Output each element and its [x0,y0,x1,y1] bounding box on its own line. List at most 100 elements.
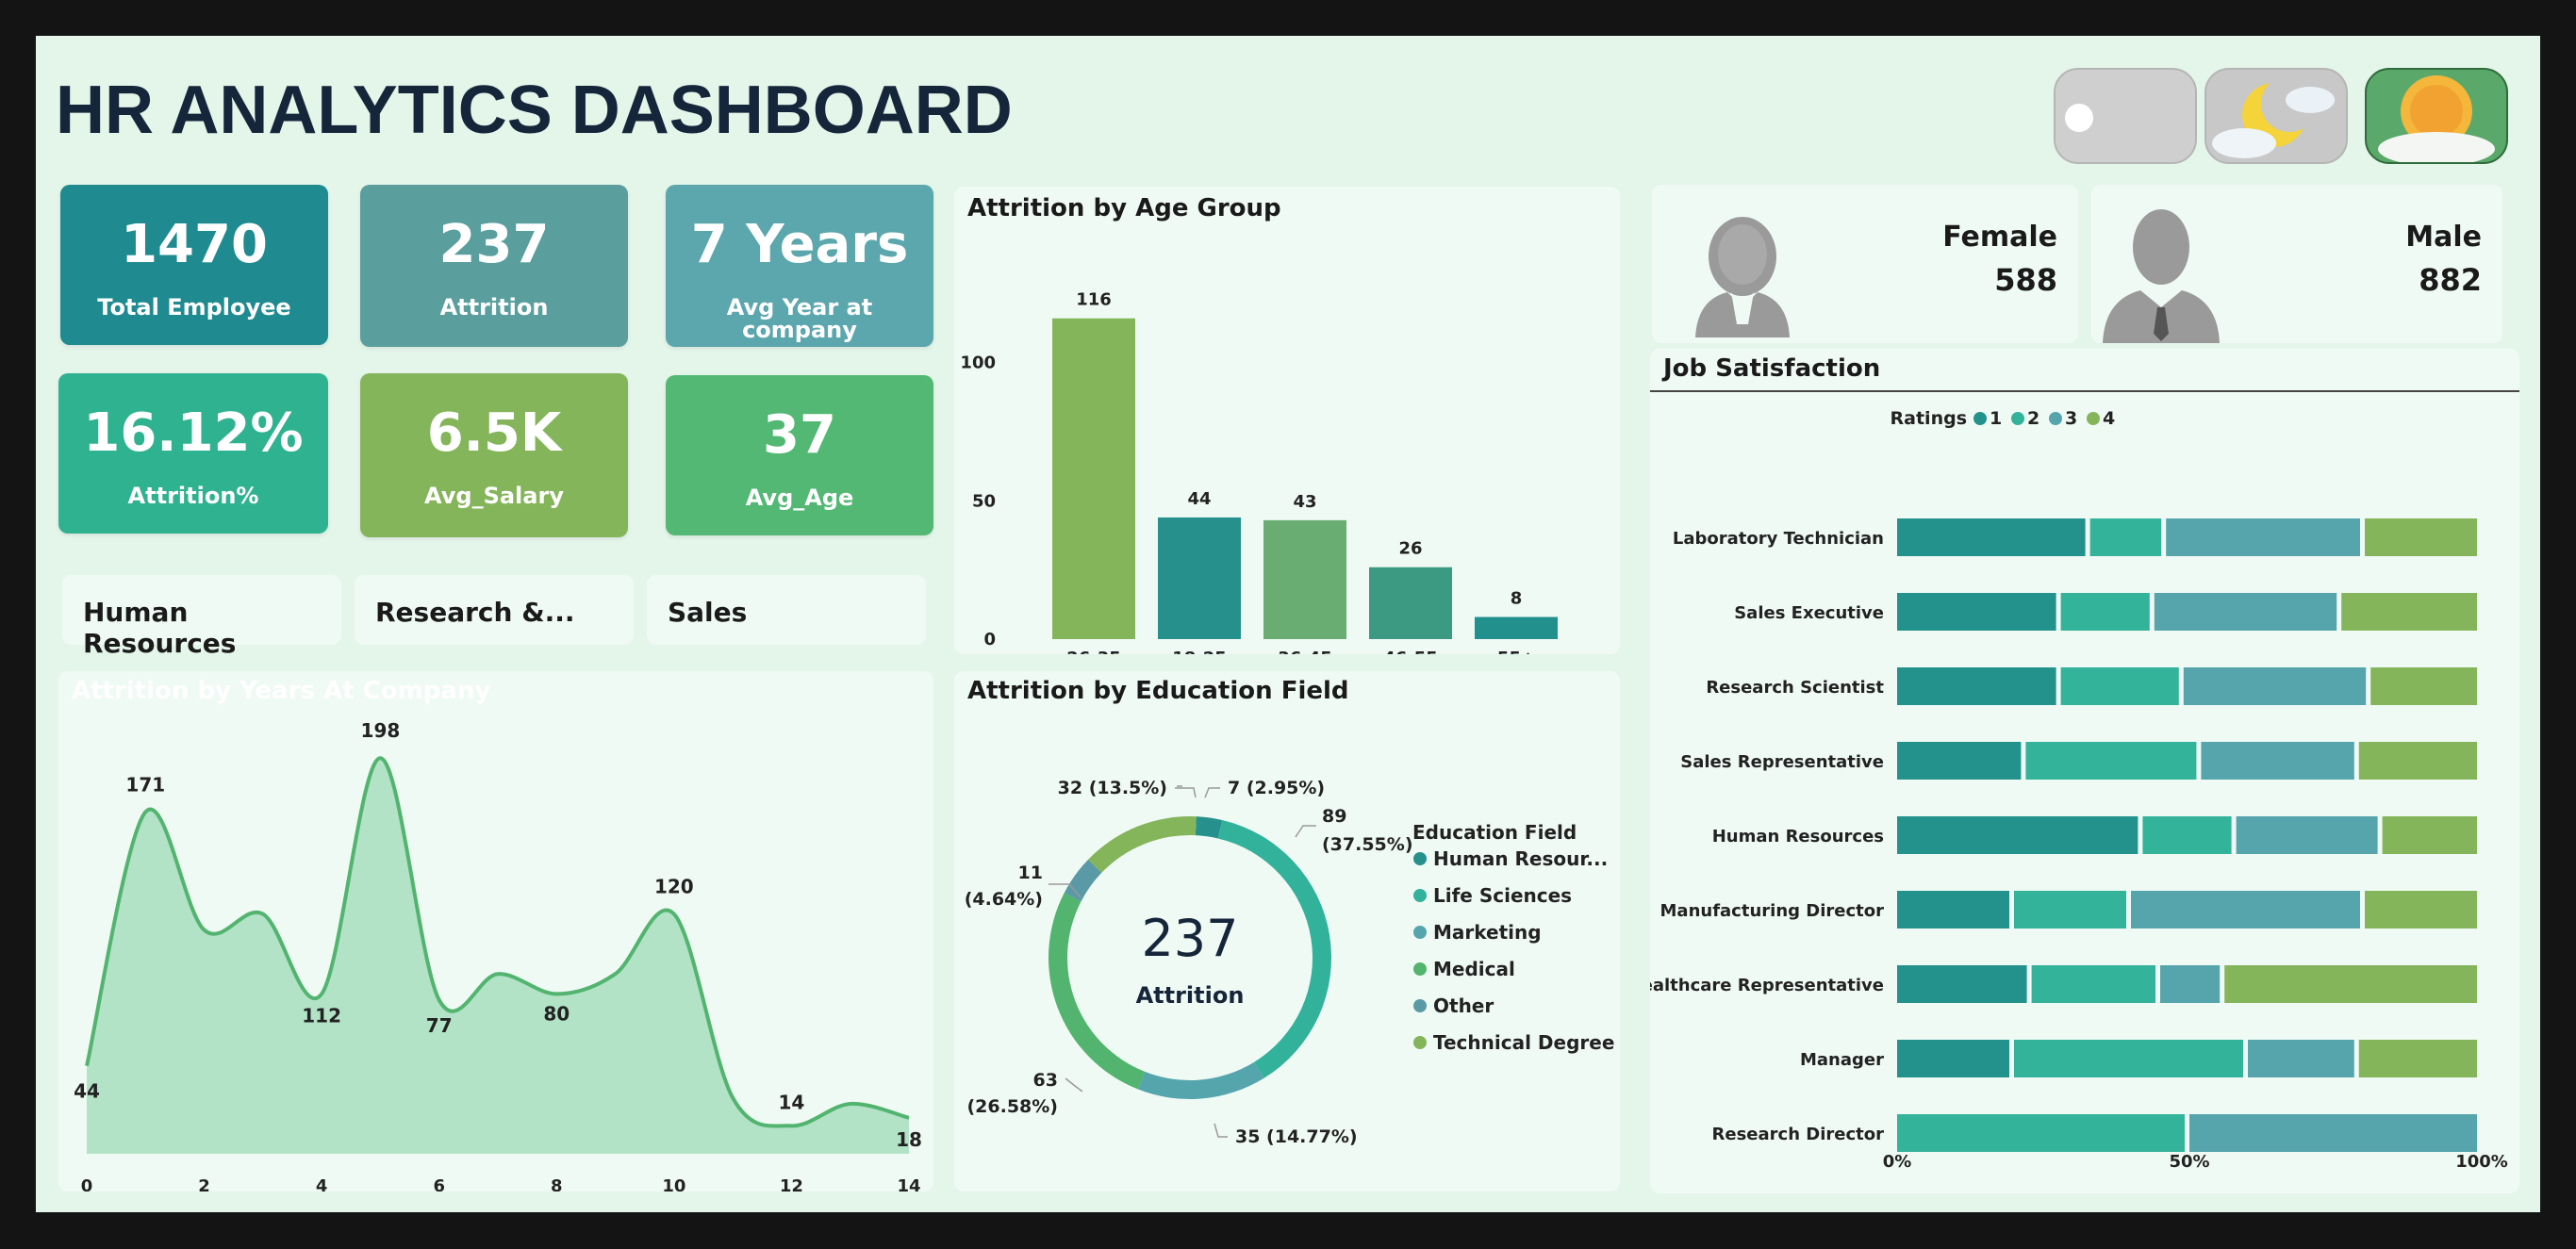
data-label: 44 [74,1080,100,1103]
stacked-segment-rating-4 [2358,742,2477,780]
kpi-value: 1470 [121,214,268,275]
donut-slice-Marketing [1137,1061,1264,1099]
data-label: 8 [1511,589,1523,609]
stacked-segment-rating-3 [2154,593,2337,631]
kpi-label: Avg Year at company [726,294,873,343]
kpi-value: 16.12% [83,403,304,464]
stacked-segment-rating-1 [1897,593,2056,631]
data-label: 171 [125,773,165,796]
slice-label: (37.55%) [1322,834,1413,855]
stacked-segment-rating-2 [2142,816,2232,854]
moon-cloud-theme-button[interactable] [2204,68,2348,164]
data-label: 116 [1076,290,1112,310]
legend-swatch [1413,852,1427,865]
female-card: Female 588 [1652,185,2078,343]
kpi-attrition-percent: 16.12% Attrition% [58,373,328,534]
x-tick-label: 26-35 [1066,649,1121,654]
x-tick-label: 4 [316,1176,328,1191]
stacked-segment-rating-1 [1897,816,2138,854]
slicer-sales[interactable]: Sales [647,575,926,645]
kpi-value: 237 [438,214,550,275]
x-tick-label: 46-55 [1383,649,1438,654]
stacked-segment-rating-1 [1897,667,2056,705]
job-satisfaction-panel: Job Satisfaction Ratings 1 2 3 4 Laboratory T… [1650,349,2519,1193]
stacked-segment-rating-4 [2382,816,2477,854]
slice-label: (26.58%) [966,1096,1058,1117]
stacked-segment-rating-3 [2166,518,2360,556]
theme-toggle-switch[interactable] [2054,68,2197,164]
leader-line [1065,1077,1083,1093]
bar-55+ [1475,616,1558,639]
stacked-segment-rating-4 [2224,965,2477,1003]
slice-label: 7 (2.95%) [1228,778,1325,798]
data-label: 112 [302,1004,341,1027]
job-satisfaction-stacked-bar-chart: Ratings 1 2 3 4 Laboratory Technician Sales Ex… [1650,408,2508,1172]
legend-item: 4 [2103,408,2115,429]
education-donut-chart: 237 Attrition 7 (2.95%) 89 (37.55%) 35 (14.77… [965,778,1615,1147]
stacked-segment-rating-4 [2365,518,2477,556]
legend-swatch [1413,999,1427,1012]
stacked-segment-rating-2 [2031,965,2155,1003]
slice-label: 89 [1322,806,1346,827]
center-value: 237 [1141,909,1238,968]
x-tick-label: 0 [81,1176,93,1191]
kpi-label: Avg_Age [745,485,854,511]
bar-36-45 [1263,519,1346,639]
slicer-research-development[interactable]: Research &... [355,575,634,645]
stacked-segment-rating-1 [1897,742,2022,780]
stacked-segment-rating-4 [2358,1040,2477,1077]
x-tick-label: 10 [662,1176,685,1191]
data-label: 26 [1398,539,1422,559]
stacked-segment-rating-4 [2341,593,2477,631]
slice-label: 11 [1018,863,1043,883]
legend-item: Life Sciences [1433,884,1572,907]
legend-swatch [2049,412,2062,425]
row-label: Human Resources [1712,827,1884,846]
stacked-segment-rating-1 [1897,1040,2009,1077]
legend-swatch [1413,926,1427,939]
row-label: Manufacturing Director [1660,901,1885,921]
stacked-segment-rating-2 [2014,1040,2243,1077]
x-tick-label: 18-25 [1172,649,1227,654]
stacked-segment-rating-2 [2060,667,2179,705]
moon-cloud-icon [2212,75,2335,158]
legend-item: Other [1433,994,1494,1017]
data-label: 14 [779,1091,805,1113]
kpi-value: 6.5K [426,403,562,464]
stacked-segment-rating-3 [2201,742,2354,780]
kpi-label: Total Employee [97,294,291,320]
row-label: Research Scientist [1706,678,1884,698]
kpi-value: 7 Years [690,214,909,275]
toggle-knob [2065,104,2093,132]
kpi-label: Avg_Salary [424,483,564,509]
stacked-segment-rating-1 [1897,891,2009,929]
legend-swatch [1413,889,1427,902]
donut-slice-Human Resour... [1195,816,1223,839]
bar-46-55 [1369,567,1452,639]
data-label: 77 [426,1014,453,1037]
stacked-segment-rating-2 [2060,593,2150,631]
years-at-company-panel: Attrition by Years At Company 0 2 4 6 8 10 12 1… [58,671,933,1191]
row-label: Research Director [1712,1125,1885,1144]
x-tick-label: 8 [551,1176,563,1191]
stacked-segment-rating-4 [2370,667,2477,705]
x-tick-label: 55+ [1497,649,1535,654]
legend-item: Medical [1433,958,1515,980]
y-tick-label: 100 [960,353,996,373]
row-label: Manager [1800,1050,1884,1070]
kpi-value: 37 [763,404,836,466]
stacked-segment-rating-3 [2189,1114,2477,1152]
data-label: 18 [896,1128,922,1151]
education-field-panel: Attrition by Education Field 237 Attritio… [954,671,1620,1191]
kpi-avg-salary: 6.5K Avg_Salary [360,373,628,537]
legend-swatch [2011,412,2024,425]
sun-cloud-theme-button[interactable] [2365,68,2508,164]
kpi-label: Attrition% [127,483,259,509]
data-label: 120 [654,876,694,898]
row-label: Sales Representative [1680,752,1884,772]
age-bar-chart: 0 50 100 116 26-35 44 18-25 43 36-45 26 46-55 8 55+ [960,290,1558,654]
slicer-human-resources[interactable]: Human Resources [62,575,341,659]
slice-label: 35 (14.77%) [1235,1126,1358,1147]
female-count: 588 [1994,262,2057,298]
x-tick-label: 0% [1883,1152,1912,1172]
